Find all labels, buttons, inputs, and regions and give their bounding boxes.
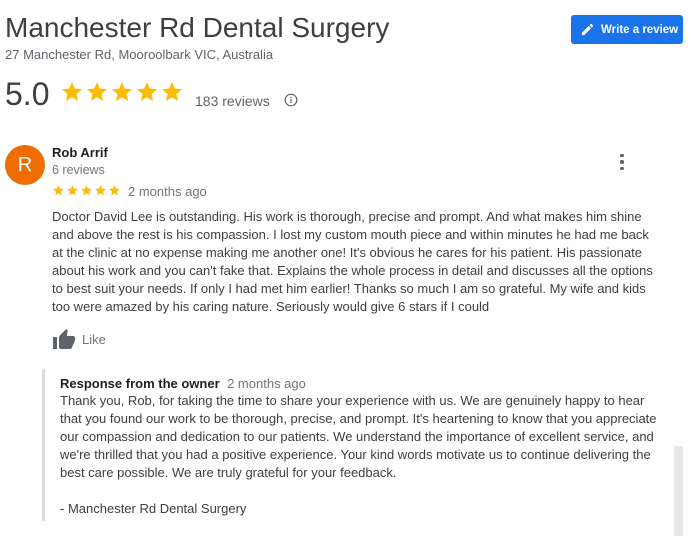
business-address: 27 Manchester Rd, Mooroolbark VIC, Austr… [5,47,274,62]
reviewer-review-count: 6 reviews [52,163,105,177]
owner-response: Response from the owner 2 months ago Tha… [42,369,665,521]
like-button[interactable]: Like [52,328,106,350]
owner-response-time: 2 months ago [227,376,306,391]
thumbs-up-icon [53,329,75,349]
star-icon [53,185,64,196]
review-count[interactable]: 183 reviews [195,93,270,109]
info-icon[interactable] [284,93,298,107]
scrollbar[interactable] [674,446,683,536]
review-stars [52,184,121,197]
owner-response-text: Thank you, Rob, for taking the time to s… [60,393,657,480]
star-icon [137,82,157,101]
reviewer-name[interactable]: Rob Arrif [52,145,108,160]
avatar[interactable]: R [5,145,45,185]
star-icon [112,82,132,101]
write-review-label: Write a review [601,23,679,36]
star-icon [81,185,92,196]
star-icon [62,82,82,101]
star-icon [95,185,106,196]
write-review-button[interactable]: Write a review [571,15,683,44]
business-title: Manchester Rd Dental Surgery [5,12,390,43]
more-options-icon[interactable] [612,152,632,172]
owner-response-label: Response from the owner [60,376,220,391]
star-icon [67,185,78,196]
average-rating: 5.0 [5,76,50,112]
rating-stars [60,80,184,104]
star-icon [87,82,107,101]
pencil-icon [580,22,595,37]
like-label: Like [82,331,106,347]
star-icon [162,82,182,101]
owner-response-header: Response from the owner 2 months ago [60,375,306,393]
star-icon [109,185,120,196]
review-time: 2 months ago [128,184,207,199]
review-text: Doctor David Lee is outstanding. His wor… [52,209,653,314]
owner-response-signature: - Manchester Rd Dental Surgery [60,501,247,516]
